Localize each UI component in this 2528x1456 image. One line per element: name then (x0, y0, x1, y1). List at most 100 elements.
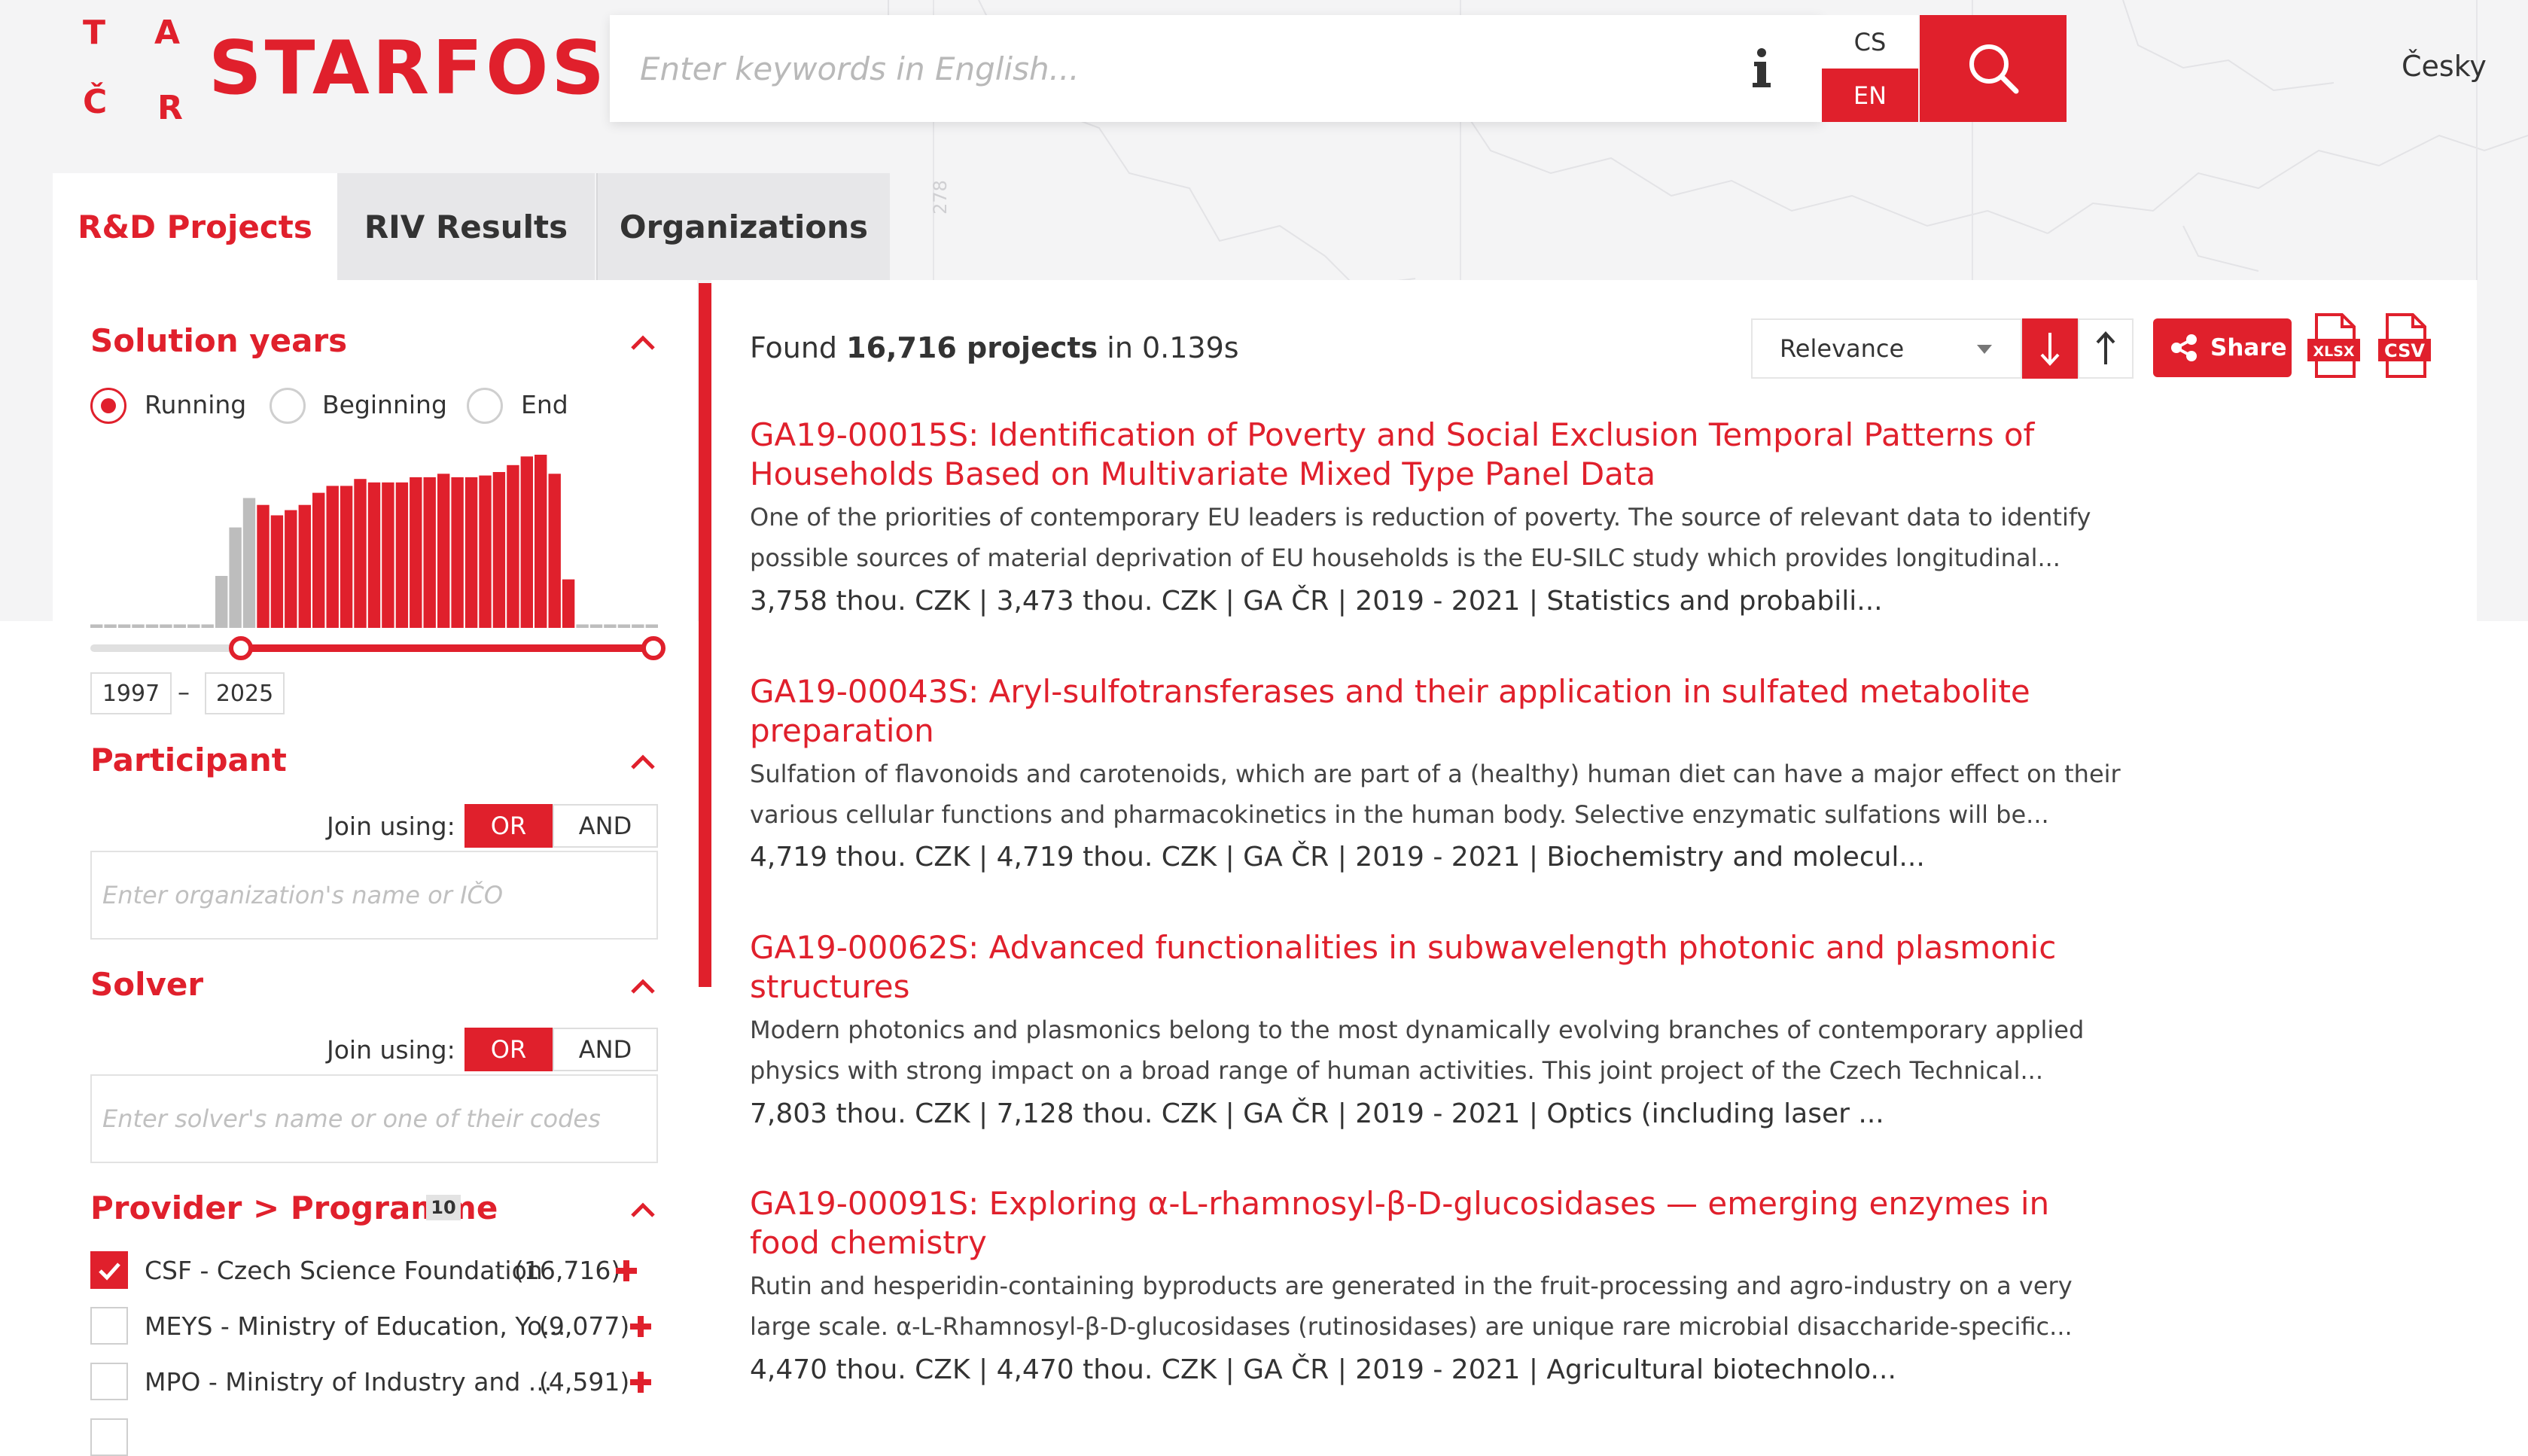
histogram-bar (340, 486, 353, 628)
radio-beginning-label[interactable]: Beginning (322, 390, 447, 419)
search-input[interactable] (610, 15, 1709, 122)
result-abstract: Rutin and hesperidin-containing byproduc… (750, 1272, 2073, 1341)
histogram-bar (589, 624, 603, 628)
search-icon (1969, 44, 2018, 94)
histogram-bar (173, 624, 186, 628)
tab-riv-results[interactable]: RIV Results (337, 173, 595, 280)
share-icon (2171, 334, 2197, 361)
provider-checkbox-next[interactable] (90, 1418, 128, 1456)
solver-title[interactable]: Solver (90, 966, 203, 1003)
chevron-up-icon[interactable] (629, 977, 656, 995)
tab-rd-projects[interactable]: R&D Projects (53, 173, 337, 280)
histogram-bar (507, 465, 519, 628)
search-button[interactable] (1920, 15, 2067, 122)
sort-descending-button[interactable] (2022, 318, 2078, 379)
tacr-logo[interactable]: T A Č R (81, 14, 194, 127)
histogram-bar (201, 624, 214, 628)
xlsx-file-icon[interactable]: XLSX (2306, 312, 2362, 379)
provider-checkbox-mpo[interactable] (90, 1363, 128, 1400)
histogram-bar (604, 624, 617, 628)
chevron-up-icon[interactable] (629, 334, 656, 352)
participant-input[interactable] (90, 851, 658, 940)
histogram-bar (464, 477, 478, 628)
year-slider-range (241, 644, 653, 652)
search-language-cs[interactable]: CS (1822, 15, 1918, 69)
histogram-bar (215, 576, 228, 628)
participant-join-or[interactable]: OR (464, 804, 553, 848)
provider-checkbox-csf[interactable] (90, 1251, 128, 1289)
histogram-bar (160, 624, 172, 628)
solver-join-and[interactable]: AND (553, 1028, 658, 1071)
histogram-bar (423, 477, 436, 628)
year-to-input[interactable]: 2025 (205, 672, 285, 714)
result-title[interactable]: GA19-00091S: Exploring α-L-rhamnosyl-β-D… (750, 1184, 2105, 1263)
result-title[interactable]: GA19-00043S: Aryl-sulfotransferases and … (750, 672, 2105, 751)
histogram-bar (576, 624, 589, 628)
site-title[interactable]: STARFOS (209, 27, 608, 110)
arrow-down-icon (2040, 333, 2060, 366)
logo-letter: T (83, 14, 106, 52)
radio-end-label[interactable]: End (521, 390, 568, 419)
radio-running[interactable] (90, 388, 126, 424)
solution-years-title[interactable]: Solution years (90, 322, 347, 359)
found-count: 16,716 projects (846, 331, 1098, 364)
logo-letter: R (157, 89, 183, 127)
result-meta: 3,758 thou. CZK | 3,473 thou. CZK | GA Č… (750, 586, 1883, 617)
sidebar-scrollbar[interactable] (699, 283, 711, 987)
plus-icon[interactable] (629, 1370, 653, 1394)
results-summary: Found 16,716 projects in 0.139s (750, 331, 1239, 364)
sort-ascending-button[interactable] (2078, 318, 2134, 379)
chevron-up-icon[interactable] (629, 753, 656, 771)
solver-join-or[interactable]: OR (464, 1028, 553, 1071)
histogram-bar (354, 479, 367, 628)
tab-organizations[interactable]: Organizations (596, 173, 890, 280)
provider-count-badge: 10 (426, 1195, 461, 1220)
histogram-bar (229, 527, 242, 628)
year-from-input[interactable]: 1997 (90, 672, 172, 714)
histogram-bar (451, 477, 464, 628)
caret-down-icon (1977, 345, 1992, 354)
share-button[interactable]: Share (2153, 318, 2292, 377)
histogram-bar (285, 510, 297, 628)
histogram-bar (562, 579, 575, 628)
participant-title[interactable]: Participant (90, 742, 287, 778)
checkmark-icon (99, 1263, 120, 1281)
histogram-bar (257, 504, 270, 628)
participant-join-label: Join using: (327, 812, 455, 841)
provider-checkbox-meys[interactable] (90, 1307, 128, 1345)
solver-input[interactable] (90, 1074, 658, 1163)
result-abstract: Sulfation of flavonoids and carotenoids,… (750, 760, 2121, 829)
histogram-bar (326, 486, 339, 628)
xlsx-label: XLSX (2313, 343, 2354, 360)
plus-icon[interactable] (629, 1314, 653, 1339)
year-slider-handle-from[interactable] (229, 636, 253, 660)
plus-icon[interactable] (614, 1259, 638, 1283)
provider-item-label[interactable]: CSF - Czech Science Foundation (145, 1256, 543, 1285)
year-slider-handle-to[interactable] (641, 636, 666, 660)
chevron-up-icon[interactable] (629, 1201, 656, 1219)
histogram-bar (270, 515, 284, 628)
histogram-bar (312, 492, 325, 628)
participant-join-and[interactable]: AND (553, 804, 658, 848)
result-meta: 4,719 thou. CZK | 4,719 thou. CZK | GA Č… (750, 842, 1925, 873)
histogram-bar (617, 624, 631, 628)
histogram-bar (437, 474, 450, 628)
histogram-bar (298, 504, 311, 628)
logo-letter: A (154, 14, 181, 52)
provider-item-label[interactable]: MPO - Ministry of Industry and ... (145, 1367, 552, 1397)
search-language-en[interactable]: EN (1822, 69, 1918, 122)
provider-item-label[interactable]: MEYS - Ministry of Education, Yo... (145, 1311, 565, 1341)
result-title[interactable]: GA19-00062S: Advanced functionalities in… (750, 928, 2105, 1007)
radio-beginning[interactable] (270, 388, 306, 424)
found-prefix: Found (750, 331, 838, 364)
histogram-bar (132, 624, 145, 628)
csv-file-icon[interactable]: CSV (2377, 312, 2432, 379)
histogram-bar (117, 624, 131, 628)
ui-language-link[interactable]: Česky (2402, 50, 2487, 83)
histogram-bar (145, 624, 159, 628)
info-icon[interactable] (1739, 45, 1784, 90)
radio-end[interactable] (467, 388, 503, 424)
result-title[interactable]: GA19-00015S: Identification of Poverty a… (750, 416, 2105, 494)
result-abstract: Modern photonics and plasmonics belong t… (750, 1016, 2085, 1085)
radio-running-label[interactable]: Running (145, 390, 246, 419)
